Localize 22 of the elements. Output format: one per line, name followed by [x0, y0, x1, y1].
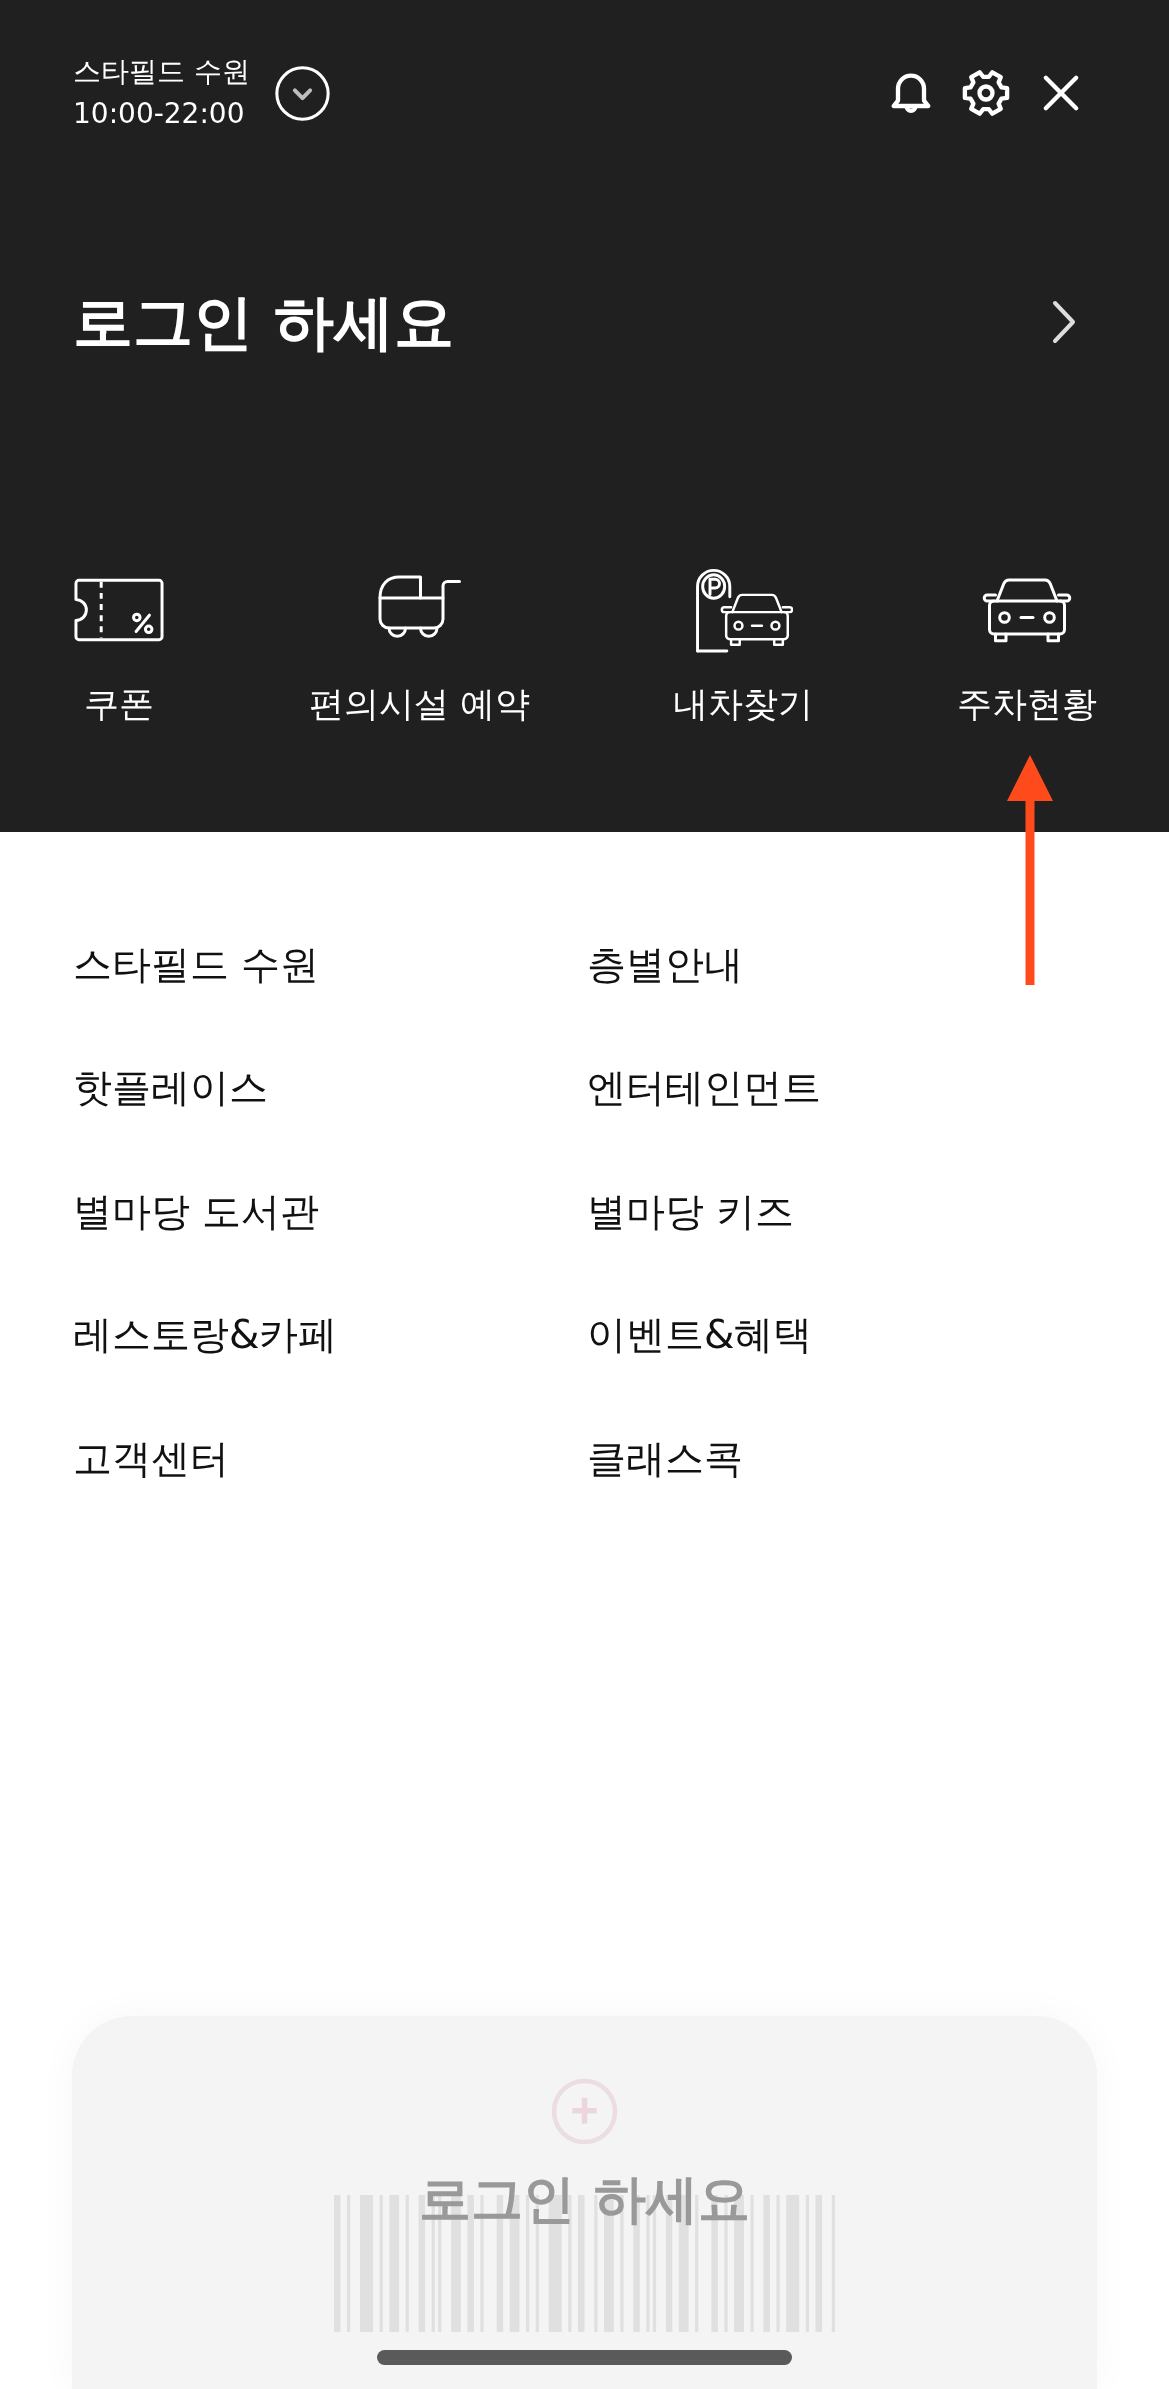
- parking-car-icon: [693, 566, 794, 654]
- quick-menu-link[interactable]: 주차현황: [956, 560, 1097, 727]
- menu-link[interactable]: 이벤트&혜택: [587, 1310, 813, 1361]
- store-name: 스타필드 수원: [73, 54, 250, 90]
- login-link[interactable]: 로그인 하세요: [73, 282, 454, 362]
- menu-link[interactable]: 클래스콕: [587, 1433, 743, 1484]
- menu-link[interactable]: 별마당 도서관: [73, 1186, 320, 1237]
- menu-link[interactable]: 층별안내: [587, 939, 743, 990]
- chevron-down-icon[interactable]: [274, 65, 330, 121]
- menu-link[interactable]: 레스토랑&카페: [73, 1310, 338, 1361]
- menu-link[interactable]: 핫플레이스: [73, 1063, 268, 1114]
- ticket-icon: [73, 577, 165, 643]
- menu-link[interactable]: 스타필드 수원: [73, 939, 320, 990]
- chevron-right-icon[interactable]: [1051, 299, 1077, 345]
- menu-link[interactable]: 별마당 키즈: [587, 1186, 795, 1237]
- quick-menu-link[interactable]: 내차찾기: [673, 560, 814, 727]
- quick-menu-link[interactable]: 편의시설 예약: [308, 560, 530, 727]
- quick-menu-link[interactable]: 쿠폰: [73, 560, 165, 727]
- menu-link[interactable]: 엔터테인먼트: [587, 1063, 821, 1114]
- settings-icon[interactable]: [960, 67, 1012, 119]
- menu-link[interactable]: 고객센터: [73, 1433, 229, 1484]
- opening-hours: 10:00-22:00: [73, 96, 245, 132]
